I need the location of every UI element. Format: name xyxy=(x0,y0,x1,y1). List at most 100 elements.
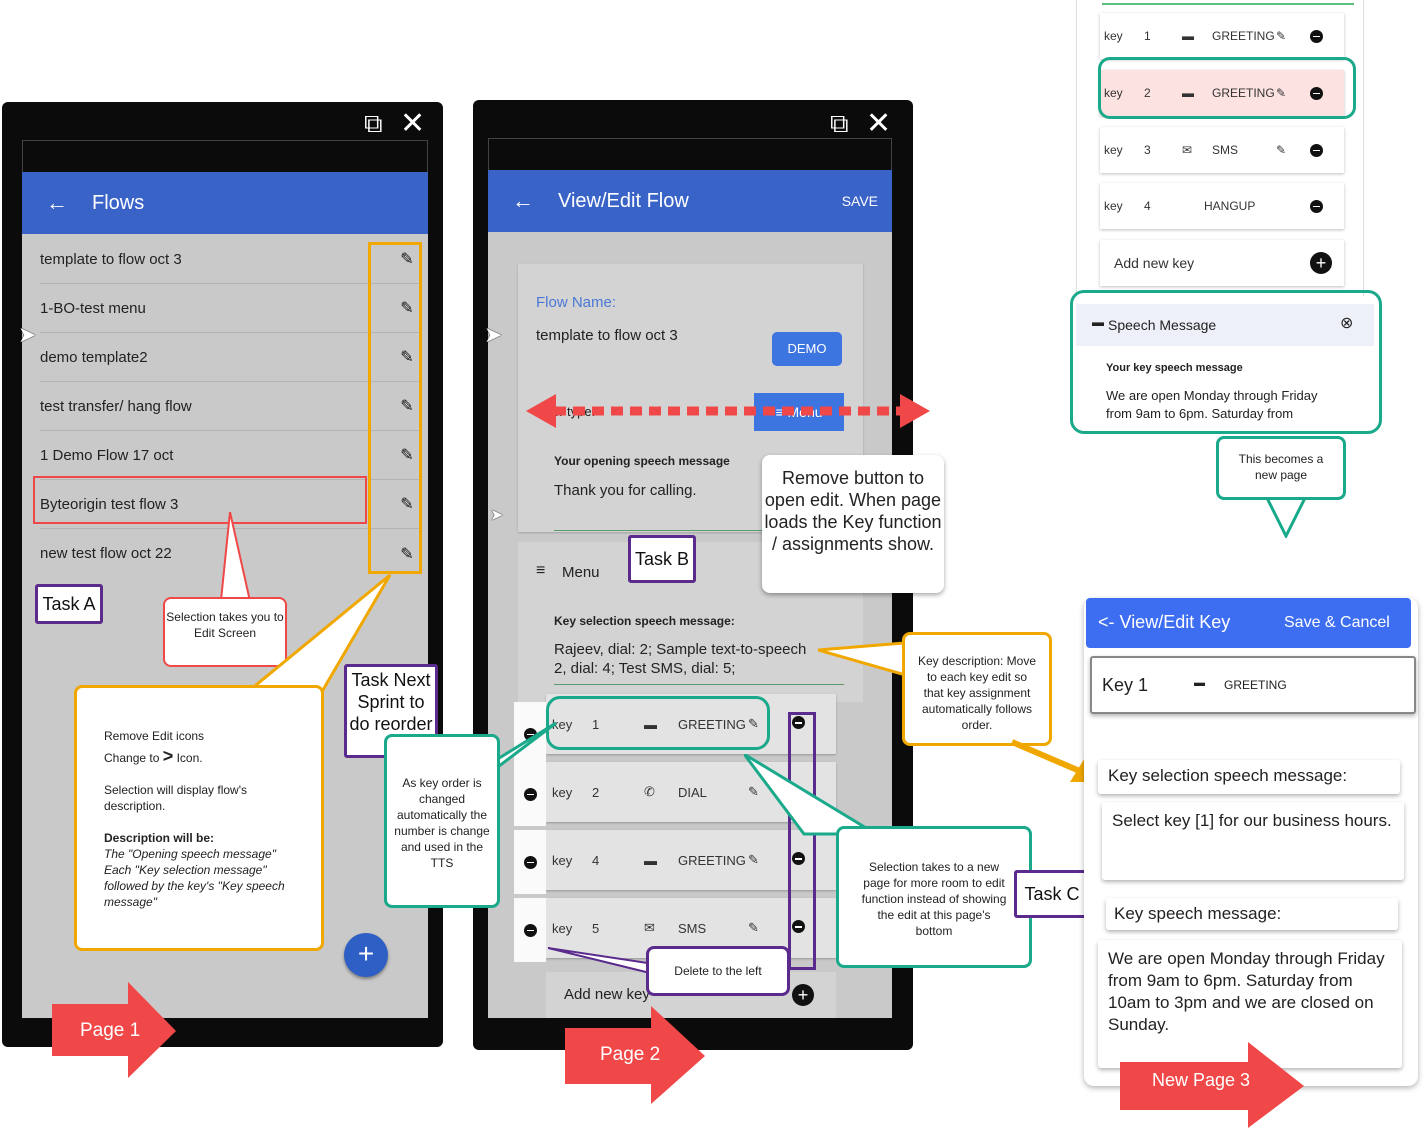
save-cancel-button[interactable]: Save & Cancel xyxy=(1284,614,1390,632)
hamburger-icon: ≡ xyxy=(536,562,546,579)
flow-row[interactable]: test transfer/ hang flow ✎ xyxy=(40,382,422,431)
save-button[interactable]: SAVE xyxy=(842,193,878,209)
opening-speech-value[interactable]: Thank you for calling. xyxy=(554,482,697,499)
flow-name-value[interactable]: template to flow oct 3 xyxy=(536,327,678,344)
popout-icon[interactable]: ⧉ xyxy=(364,108,383,140)
mouse-cursor-icon: ➤ xyxy=(484,322,503,347)
task-a-label: Task A xyxy=(35,584,103,624)
chevron-right-icon: > xyxy=(162,746,174,766)
flow-label: 1 Demo Flow 17 oct xyxy=(40,446,174,464)
key-selection-underline xyxy=(554,684,844,685)
message-icon: ▬ xyxy=(1182,29,1194,43)
key-label: key xyxy=(1104,199,1123,213)
page3-appbar: <- View/Edit Key Save & Cancel xyxy=(1086,598,1411,648)
flow-row[interactable]: 1 Demo Flow 17 oct ✎ xyxy=(40,431,422,480)
mouse-cursor-icon: ➤ xyxy=(18,322,37,347)
callout-line: Description will be: xyxy=(104,831,215,845)
key-label: key xyxy=(552,852,573,868)
speech-panel-highlight-box xyxy=(1070,290,1382,434)
callout-text: Icon. xyxy=(176,751,203,765)
flow-row[interactable]: template to flow oct 3 ✎ xyxy=(40,235,422,284)
add-flow-fab[interactable]: + xyxy=(344,933,388,977)
key-number: 4 xyxy=(592,852,600,868)
back-title-button[interactable]: <- View/Edit Key xyxy=(1098,612,1230,633)
close-icon[interactable]: ✕ xyxy=(866,106,891,141)
task-b-label: Task B xyxy=(628,535,696,583)
flow-name-label: Flow Name: xyxy=(536,294,617,311)
flow-label: template to flow oct 3 xyxy=(40,250,182,268)
key-order-callout: As key order is changed automatically th… xyxy=(384,734,500,908)
pencil-icon[interactable]: ✎ xyxy=(748,852,778,868)
becomes-page-callout: This becomes a new page xyxy=(1216,436,1346,500)
key-type: GREETING xyxy=(1224,678,1287,692)
delete-key-button[interactable] xyxy=(514,898,546,962)
key-speech-label: Key speech message: xyxy=(1114,904,1282,923)
popout-icon[interactable]: ⧉ xyxy=(830,108,849,140)
mail-icon: ✉ xyxy=(644,920,655,935)
add-new-key-label: Add new key xyxy=(1114,255,1195,271)
page1-appbar: ← Flows xyxy=(22,172,428,234)
key-selection-value: Select key [1] for our business hours. xyxy=(1112,811,1392,830)
green-top-line xyxy=(1102,3,1354,5)
menu-section-title: Menu xyxy=(562,564,600,581)
key-number: 5 xyxy=(592,920,600,936)
purple-callout-pointer xyxy=(548,947,655,976)
key-selection-label-card: Key selection speech message: xyxy=(1098,760,1400,794)
flow-row[interactable]: demo template2 ✎ xyxy=(40,333,422,382)
flow-row[interactable]: 1-BO-test menu ✎ xyxy=(40,284,422,333)
key-number: 3 xyxy=(1144,143,1151,157)
remove-circle-icon[interactable] xyxy=(1310,143,1323,157)
add-circle-icon[interactable]: + xyxy=(1310,252,1332,274)
red-dotted-double-arrow xyxy=(526,394,930,428)
key2-highlight-box xyxy=(1098,57,1356,119)
key-label: key xyxy=(1104,29,1123,43)
key-type: HANGUP xyxy=(1204,199,1256,213)
delete-key-button[interactable] xyxy=(514,830,546,894)
key-selection-value[interactable]: Rajeev, dial: 2; Sample text-to-speech 2… xyxy=(554,640,806,678)
key-header-card: Key 1 ▬ GREETING xyxy=(1090,656,1416,714)
key-number: 1 xyxy=(1144,29,1151,43)
key-description-callout: Key description: Move to each key edit s… xyxy=(902,632,1052,746)
key1-highlight-box xyxy=(546,696,770,750)
pencil-icon[interactable]: ✎ xyxy=(1276,143,1310,157)
add-new-key-row[interactable]: Add new key + xyxy=(1100,240,1344,286)
page3-arrow-label: New Page 3 xyxy=(1152,1070,1251,1090)
back-arrow-icon[interactable]: ← xyxy=(22,190,92,216)
remove-circle-icon[interactable] xyxy=(1310,199,1323,213)
key-row[interactable]: key 3 ✉ SMS ✎ xyxy=(1100,127,1344,173)
key-selection-label: Key selection speech message: xyxy=(1108,766,1348,785)
key-row[interactable]: key 1 ▬ GREETING ✎ xyxy=(1100,13,1344,59)
close-icon[interactable]: ✕ xyxy=(400,106,425,141)
key-label: key xyxy=(1104,143,1123,157)
key-selection-label: Key selection speech message: xyxy=(554,614,735,628)
callout-line: Remove Edit icons xyxy=(104,729,205,743)
page1-arrow-label: Page 1 xyxy=(80,1020,141,1041)
callout-text: Change to xyxy=(104,751,160,765)
remove-circle-icon[interactable] xyxy=(1310,29,1323,43)
page2-appbar: ← View/Edit Flow SAVE xyxy=(488,170,892,232)
message-icon: ▬ xyxy=(1194,677,1205,689)
selection-new-page-callout: Selection takes to a new page for more r… xyxy=(836,826,1032,968)
callout-line: Change to > Icon. xyxy=(104,746,321,766)
message-icon: ▬ xyxy=(644,852,657,868)
demo-button[interactable]: DEMO xyxy=(772,332,842,366)
add-circle-icon[interactable]: + xyxy=(792,984,814,1006)
opening-speech-label: Your opening speech message xyxy=(554,454,730,468)
callout-line: Selection will display flow's descriptio… xyxy=(104,783,248,813)
mouse-cursor-icon: ➤ xyxy=(490,507,504,524)
status-bar xyxy=(22,140,428,172)
page-title: Flows xyxy=(92,191,145,214)
delete-left-callout: Delete to the left xyxy=(646,946,790,996)
key-type: SMS xyxy=(1212,143,1239,157)
teal-callout-pointer xyxy=(1264,496,1308,538)
key-number: 4 xyxy=(1144,199,1151,213)
back-arrow-icon[interactable]: ← xyxy=(488,188,558,214)
callout-line: The "Opening speech message" Each "Key s… xyxy=(104,847,285,909)
key-selection-value-card[interactable]: Select key [1] for our business hours. xyxy=(1102,802,1404,880)
status-bar xyxy=(488,138,892,170)
pencil-icon[interactable]: ✎ xyxy=(748,920,778,936)
key-row[interactable]: key 4 HANGUP xyxy=(1100,183,1344,229)
pencil-icon[interactable]: ✎ xyxy=(1276,29,1310,43)
page2-arrow-label: Page 2 xyxy=(600,1044,661,1065)
remove-edit-callout: Remove Edit icons Change to > Icon. Sele… xyxy=(74,685,324,951)
